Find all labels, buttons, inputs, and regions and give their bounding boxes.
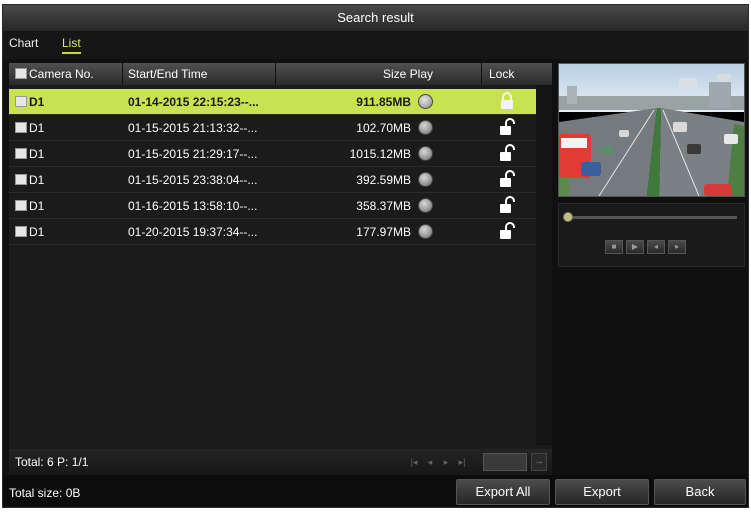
table-row[interactable]: D1 01-14-2015 22:15:23--... 911.85MB	[9, 89, 552, 115]
row-checkbox[interactable]	[15, 148, 27, 159]
prev-page-icon[interactable]: ◂	[425, 457, 435, 467]
next-page-icon[interactable]: ▸	[441, 457, 451, 467]
export-button[interactable]: Export	[555, 479, 649, 505]
column-divider	[481, 63, 482, 85]
header-time: Start/End Time	[128, 67, 208, 81]
table-row[interactable]: D1 01-20-2015 19:37:34--... 177.97MB	[9, 219, 552, 245]
last-page-icon[interactable]: ▸|	[457, 457, 467, 467]
play-icon[interactable]	[418, 120, 433, 135]
page-number-input[interactable]	[483, 453, 527, 471]
fast-forward-icon[interactable]: ▸	[668, 240, 686, 254]
row-size: 102.70MB	[356, 121, 411, 135]
bottom-bar: Total size: 0B Export All Export Back	[3, 475, 748, 507]
row-time: 01-15-2015 21:13:32--...	[128, 121, 258, 135]
row-size: 911.85MB	[356, 95, 411, 109]
video-preview	[558, 63, 745, 197]
playback-progress-bar[interactable]	[569, 216, 737, 219]
back-button[interactable]: Back	[654, 479, 746, 505]
stop-icon[interactable]: ■	[605, 240, 623, 254]
header-camera: Camera No.	[29, 67, 94, 81]
result-list: Camera No. Start/End Time Size Play Lock…	[9, 63, 552, 475]
play-icon[interactable]	[418, 94, 433, 109]
row-size: 1015.12MB	[349, 147, 411, 161]
row-size: 392.59MB	[356, 173, 411, 187]
row-size: 358.37MB	[356, 199, 411, 213]
row-checkbox[interactable]	[15, 200, 27, 211]
total-size-label: Total size: 0B	[9, 486, 81, 500]
select-all-checkbox[interactable]	[15, 68, 27, 79]
row-checkbox[interactable]	[15, 226, 27, 237]
padlock-open-icon[interactable]	[499, 144, 515, 162]
window-title: Search result	[3, 5, 748, 31]
list-scrollbar[interactable]	[536, 85, 552, 445]
padlock-open-icon[interactable]	[499, 118, 515, 136]
column-divider	[122, 63, 123, 85]
row-time: 01-15-2015 21:29:17--...	[128, 147, 258, 161]
view-tabs: Chart List	[3, 31, 748, 59]
tab-list[interactable]: List	[62, 36, 81, 54]
table-row[interactable]: D1 01-15-2015 21:13:32--... 102.70MB	[9, 115, 552, 141]
export-all-button[interactable]: Export All	[456, 479, 550, 505]
table-row[interactable]: D1 01-15-2015 21:29:17--... 1015.12MB	[9, 141, 552, 167]
row-camera: D1	[29, 225, 45, 239]
first-page-icon[interactable]: |◂	[409, 457, 419, 467]
go-page-icon[interactable]: →	[531, 453, 547, 471]
row-time: 01-16-2015 13:58:10--...	[128, 199, 258, 213]
play-pause-icon[interactable]: ▶	[626, 240, 644, 254]
row-checkbox[interactable]	[15, 96, 27, 107]
row-checkbox[interactable]	[15, 174, 27, 185]
row-camera: D1	[29, 121, 45, 135]
play-icon[interactable]	[418, 224, 433, 239]
padlock-open-icon[interactable]	[499, 196, 515, 214]
row-time: 01-15-2015 23:38:04--...	[128, 173, 258, 187]
row-time: 01-20-2015 19:37:34--...	[128, 225, 258, 239]
row-checkbox[interactable]	[15, 122, 27, 133]
total-count: Total: 6 P: 1/1	[15, 455, 89, 469]
tab-chart[interactable]: Chart	[9, 36, 38, 52]
highway-thumbnail	[559, 64, 744, 197]
play-icon[interactable]	[418, 172, 433, 187]
play-icon[interactable]	[418, 198, 433, 213]
table-row[interactable]: D1 01-15-2015 23:38:04--... 392.59MB	[9, 167, 552, 193]
header-size-play: Size Play	[383, 67, 434, 81]
column-divider	[275, 63, 276, 85]
header-lock: Lock	[489, 67, 515, 81]
list-footer: Total: 6 P: 1/1 |◂ ◂ ▸ ▸| →	[9, 449, 552, 475]
playback-panel: ■ ▶ ◂ ▸	[558, 203, 745, 267]
row-time: 01-14-2015 22:15:23--...	[128, 95, 259, 109]
padlock-open-icon[interactable]	[499, 170, 515, 188]
row-camera: D1	[29, 173, 45, 187]
table-header: Camera No. Start/End Time Size Play Lock	[9, 63, 552, 85]
row-camera: D1	[29, 147, 45, 161]
play-icon[interactable]	[418, 146, 433, 161]
playback-progress-knob[interactable]	[563, 212, 573, 222]
row-size: 177.97MB	[356, 225, 411, 239]
slow-icon[interactable]: ◂	[647, 240, 665, 254]
padlock-icon[interactable]	[499, 92, 515, 110]
row-camera: D1	[29, 199, 45, 213]
search-result-window: Search result Chart List Camera No. Star…	[2, 4, 749, 508]
row-camera: D1	[29, 95, 45, 109]
table-row[interactable]: D1 01-16-2015 13:58:10--... 358.37MB	[9, 193, 552, 219]
padlock-open-icon[interactable]	[499, 222, 515, 240]
